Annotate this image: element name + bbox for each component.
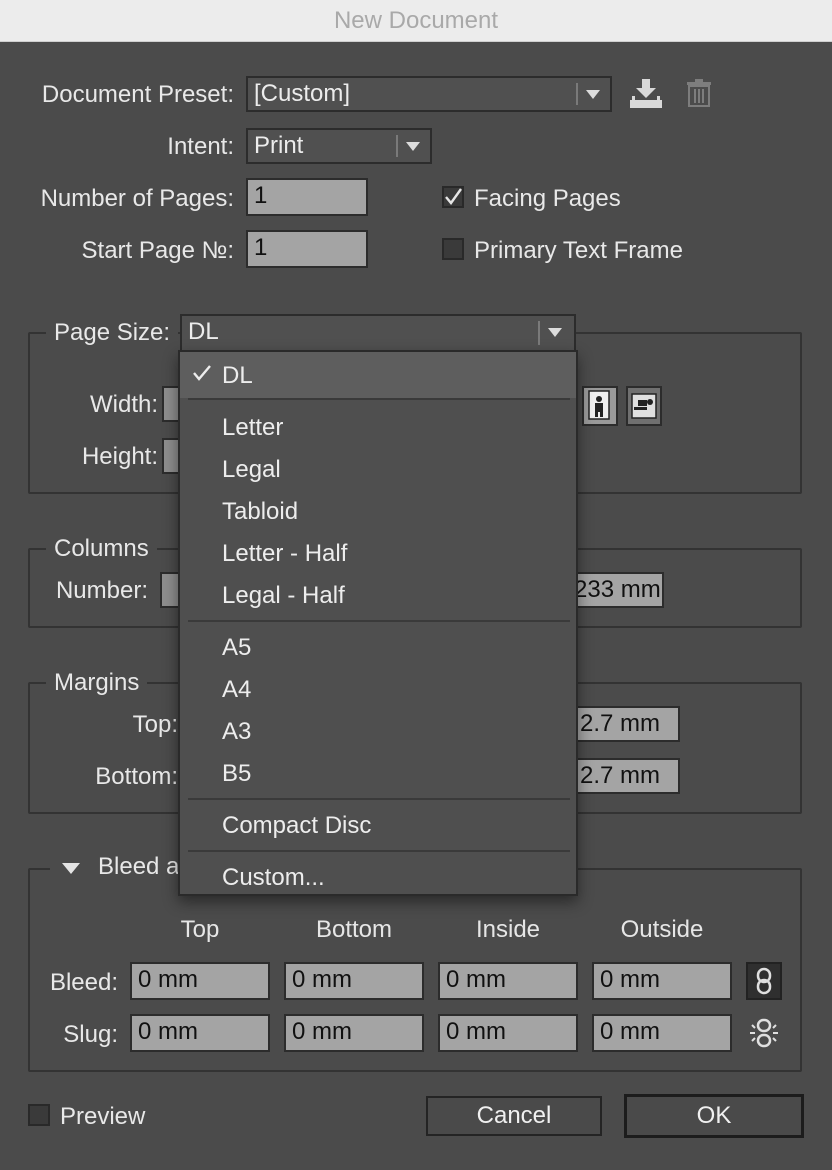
width-label: Width:	[89, 391, 158, 418]
facing-pages-checkbox[interactable]	[442, 186, 464, 208]
slug-label: Slug:	[63, 1021, 118, 1048]
bleed-header-top: Top	[180, 916, 220, 943]
margins-inside-input[interactable]: 2.7 mm	[570, 706, 680, 742]
columns-title: Columns	[46, 534, 157, 564]
trash-icon[interactable]	[686, 78, 712, 108]
menu-item-b5[interactable]: B5	[222, 759, 251, 789]
title-bar: New Document	[0, 0, 832, 42]
landscape-icon	[631, 393, 657, 419]
bleed-header-inside: Inside	[475, 916, 541, 943]
bleed-bottom-input[interactable]: 0 mm	[284, 962, 424, 1000]
intent-value: Print	[254, 132, 304, 159]
start-page-label: Start Page №:	[81, 237, 234, 264]
bleed-header-outside: Outside	[620, 916, 704, 943]
bleed-inside-input[interactable]: 0 mm	[438, 962, 578, 1000]
landscape-orientation-button[interactable]	[626, 386, 662, 426]
chevron-down-icon	[406, 142, 420, 151]
slug-outside-input[interactable]: 0 mm	[592, 1014, 732, 1052]
menu-item-letter-half[interactable]: Letter - Half	[222, 539, 347, 569]
dropdown-separator	[538, 321, 540, 345]
menu-item-a5[interactable]: A5	[222, 633, 251, 663]
bleed-outside-input[interactable]: 0 mm	[592, 962, 732, 1000]
menu-item-dl[interactable]: DL	[222, 361, 253, 391]
chain-link-icon[interactable]	[746, 962, 782, 1000]
menu-separator	[188, 398, 570, 400]
dropdown-separator	[396, 135, 398, 157]
margins-top-label: Top:	[132, 711, 178, 738]
margins-title: Margins	[46, 668, 148, 698]
page-size-value: DL	[188, 318, 219, 345]
menu-item-custom[interactable]: Custom...	[222, 863, 325, 893]
facing-pages-label: Facing Pages	[474, 185, 621, 212]
cancel-button[interactable]: Cancel	[426, 1096, 602, 1136]
bleed-slug-title: Bleed a	[98, 853, 180, 880]
chevron-down-icon	[586, 90, 600, 99]
bleed-header-bottom: Bottom	[315, 916, 393, 943]
portrait-icon	[588, 390, 610, 420]
save-preset-icon[interactable]	[628, 78, 664, 110]
bleed-top-input[interactable]: 0 mm	[130, 962, 270, 1000]
menu-separator	[188, 798, 570, 800]
height-label: Height:	[81, 443, 158, 470]
checkmark-icon	[193, 365, 211, 381]
slug-top-input[interactable]: 0 mm	[130, 1014, 270, 1052]
start-page-input[interactable]: 1	[246, 230, 368, 268]
disclosure-triangle-icon	[62, 863, 80, 874]
menu-item-letter[interactable]: Letter	[222, 413, 283, 443]
columns-number-stepper[interactable]	[160, 572, 180, 608]
number-of-pages-label: Number of Pages:	[40, 185, 234, 212]
columns-gutter-input[interactable]: 233 mm	[570, 572, 664, 608]
menu-item-a4[interactable]: A4	[222, 675, 251, 705]
menu-separator	[188, 850, 570, 852]
primary-text-frame-checkbox[interactable]	[442, 238, 464, 260]
columns-number-label: Number:	[55, 577, 148, 604]
document-preset-dropdown[interactable]: [Custom]	[246, 76, 612, 112]
dropdown-separator	[576, 83, 578, 105]
intent-label: Intent:	[167, 133, 234, 160]
chevron-down-icon	[548, 328, 562, 337]
slug-bottom-input[interactable]: 0 mm	[284, 1014, 424, 1052]
ok-button[interactable]: OK	[624, 1094, 804, 1138]
page-size-label: Page Size:	[46, 318, 179, 348]
slug-inside-input[interactable]: 0 mm	[438, 1014, 578, 1052]
menu-item-a3[interactable]: A3	[222, 717, 251, 747]
page-size-dropdown[interactable]: DL	[180, 314, 576, 352]
document-preset-value: [Custom]	[254, 80, 351, 107]
primary-text-frame-label: Primary Text Frame	[474, 237, 683, 264]
margins-outside-input[interactable]: 2.7 mm	[570, 758, 680, 794]
bleed-label: Bleed:	[49, 969, 118, 996]
menu-separator	[188, 620, 570, 622]
bleed-slug-legend[interactable]: Bleed a	[50, 852, 184, 886]
preview-label: Preview	[60, 1103, 146, 1130]
intent-dropdown[interactable]: Print	[246, 128, 432, 164]
document-preset-label: Document Preset:	[41, 81, 234, 108]
menu-item-tabloid[interactable]: Tabloid	[222, 497, 298, 527]
menu-item-legal-half[interactable]: Legal - Half	[222, 581, 345, 611]
window-title: New Document	[333, 7, 499, 34]
page-size-menu: DL Letter Legal Tabloid Letter - Half Le…	[178, 350, 578, 896]
menu-item-compact-disc[interactable]: Compact Disc	[222, 811, 371, 841]
menu-item-legal[interactable]: Legal	[222, 455, 281, 485]
preview-checkbox[interactable]	[28, 1104, 50, 1126]
checkmark-icon	[445, 188, 462, 205]
portrait-orientation-button[interactable]	[582, 386, 618, 426]
chain-broken-icon[interactable]	[746, 1014, 782, 1052]
number-of-pages-input[interactable]: 1	[246, 178, 368, 216]
margins-bottom-label: Bottom:	[95, 763, 178, 790]
